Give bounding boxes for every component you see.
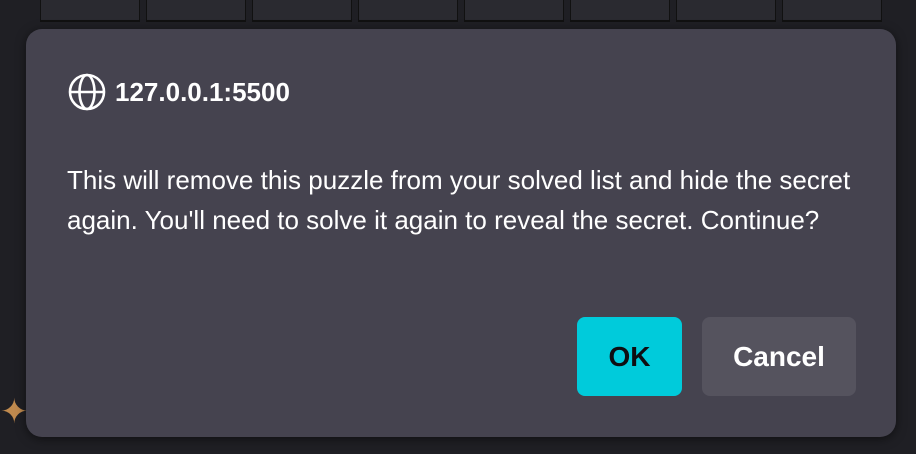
dialog-origin: 127.0.0.1:5500 <box>68 73 290 111</box>
dialog-message: This will remove this puzzle from your s… <box>67 165 851 235</box>
ok-button[interactable]: OK <box>577 317 682 396</box>
cancel-button[interactable]: Cancel <box>702 317 856 396</box>
origin-text: 127.0.0.1:5500 <box>115 76 290 107</box>
confirm-dialog: 127.0.0.1:5500 This will remove this puz… <box>26 29 896 437</box>
grid-cell <box>464 0 564 22</box>
grid-cell <box>782 0 882 22</box>
grid-cell <box>676 0 776 22</box>
background-grid <box>40 0 882 24</box>
grid-cell <box>358 0 458 22</box>
grid-cell <box>252 0 352 22</box>
grid-cell <box>146 0 246 22</box>
grid-cell <box>570 0 670 22</box>
sparkle-icon: ✦ <box>0 392 29 432</box>
globe-icon <box>68 73 106 111</box>
grid-cell <box>40 0 140 22</box>
